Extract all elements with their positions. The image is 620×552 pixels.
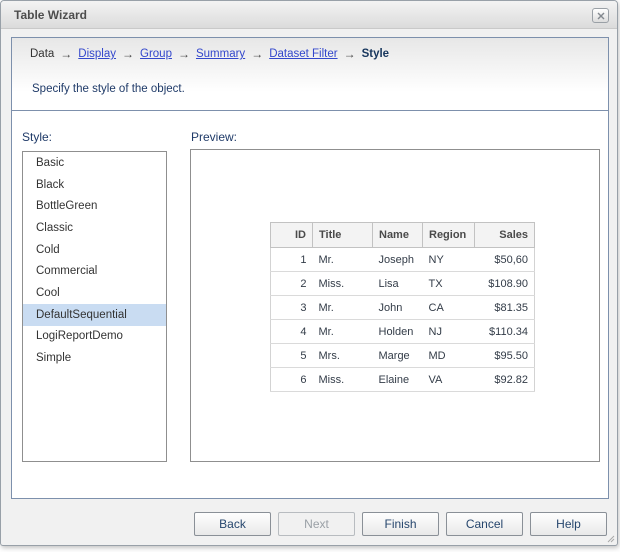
cell-region: CA [423,296,475,320]
cell-sales: $50,60 [475,248,535,272]
style-list[interactable]: BasicBlackBottleGreenClassicColdCommerci… [22,151,167,462]
style-option-cool[interactable]: Cool [23,282,166,304]
breadcrumb-step-group[interactable]: Group [140,48,172,60]
cell-title: Mr. [313,248,373,272]
cell-name: John [373,296,423,320]
cell-name: Joseph [373,248,423,272]
cell-region: TX [423,272,475,296]
resize-grip-icon[interactable] [606,534,615,543]
cell-id: 3 [271,296,313,320]
breadcrumb: Data → Display → Group → Summary → Dataset Filte… [30,47,389,61]
column-header-sales: Sales [475,223,535,248]
cell-title: Mr. [313,296,373,320]
column-header-id: ID [271,223,313,248]
breadcrumb-arrow-icon: → [344,47,356,61]
cell-region: VA [423,368,475,392]
preview-table: IDTitleNameRegionSales 1Mr.JosephNY$50,6… [270,222,535,392]
style-option-classic[interactable]: Classic [23,217,166,239]
cell-id: 5 [271,344,313,368]
cell-sales: $108.90 [475,272,535,296]
button-row: Back Next Finish Cancel Help [194,512,607,536]
instruction-text: Specify the style of the object. [32,83,185,95]
breadcrumb-step-display[interactable]: Display [78,48,116,60]
table-row: 1Mr.JosephNY$50,60 [271,248,535,272]
help-button[interactable]: Help [530,512,607,536]
cancel-button[interactable]: Cancel [446,512,523,536]
cell-sales: $110.34 [475,320,535,344]
style-option-logireportdemo[interactable]: LogiReportDemo [23,326,166,348]
window-title: Table Wizard [14,8,87,22]
cell-sales: $81.35 [475,296,535,320]
cell-title: Mrs. [313,344,373,368]
close-button[interactable] [592,8,609,23]
cell-sales: $92.82 [475,368,535,392]
finish-button[interactable]: Finish [362,512,439,536]
cell-title: Mr. [313,320,373,344]
breadcrumb-arrow-icon: → [60,47,72,61]
cell-title: Miss. [313,272,373,296]
wizard-steps-panel: Data → Display → Group → Summary → Dataset Filte… [11,37,609,111]
content-panel: Style: BasicBlackBottleGreenClassicColdC… [11,110,609,499]
column-header-name: Name [373,223,423,248]
style-option-cold[interactable]: Cold [23,239,166,261]
style-option-simple[interactable]: Simple [23,347,166,369]
cell-name: Holden [373,320,423,344]
preview-table-header-row: IDTitleNameRegionSales [271,223,535,248]
preview-area: IDTitleNameRegionSales 1Mr.JosephNY$50,6… [190,149,600,462]
cell-name: Lisa [373,272,423,296]
next-button: Next [278,512,355,536]
breadcrumb-arrow-icon: → [251,47,263,61]
table-row: 6Miss.ElaineVA$92.82 [271,368,535,392]
cell-title: Miss. [313,368,373,392]
style-option-defaultsequential[interactable]: DefaultSequential [23,304,166,326]
style-option-bottlegreen[interactable]: BottleGreen [23,195,166,217]
close-icon [597,12,605,20]
cell-id: 6 [271,368,313,392]
breadcrumb-step-data: Data [30,48,54,60]
table-row: 2Miss.LisaTX$108.90 [271,272,535,296]
style-label: Style: [22,130,52,144]
column-header-title: Title [313,223,373,248]
cell-region: NY [423,248,475,272]
style-option-basic[interactable]: Basic [23,152,166,174]
breadcrumb-arrow-icon: → [122,47,134,61]
style-option-commercial[interactable]: Commercial [23,260,166,282]
table-row: 4Mr.HoldenNJ$110.34 [271,320,535,344]
column-header-region: Region [423,223,475,248]
breadcrumb-step-dataset-filter[interactable]: Dataset Filter [269,48,337,60]
cell-region: MD [423,344,475,368]
table-wizard-dialog: Table Wizard Data → Display → Group → Summary →… [0,0,618,546]
preview-table-body: 1Mr.JosephNY$50,602Miss.LisaTX$108.903Mr… [271,248,535,392]
cell-region: NJ [423,320,475,344]
cell-name: Elaine [373,368,423,392]
cell-id: 2 [271,272,313,296]
cell-id: 1 [271,248,313,272]
cell-id: 4 [271,320,313,344]
back-button[interactable]: Back [194,512,271,536]
cell-sales: $95.50 [475,344,535,368]
breadcrumb-step-summary[interactable]: Summary [196,48,245,60]
title-bar: Table Wizard [1,1,617,29]
table-row: 3Mr.JohnCA$81.35 [271,296,535,320]
table-row: 5Mrs.MargeMD$95.50 [271,344,535,368]
cell-name: Marge [373,344,423,368]
breadcrumb-arrow-icon: → [178,47,190,61]
style-option-black[interactable]: Black [23,174,166,196]
breadcrumb-step-style: Style [362,48,390,60]
preview-label: Preview: [191,130,237,144]
